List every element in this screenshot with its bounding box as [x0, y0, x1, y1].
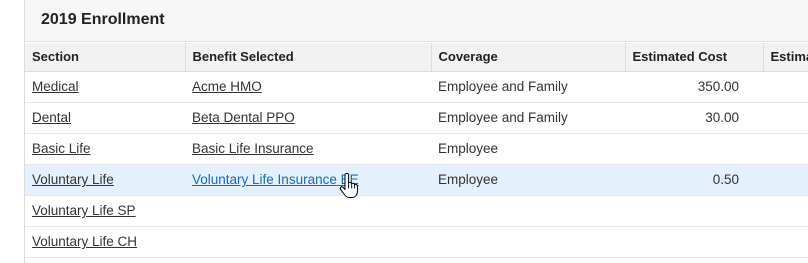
section-link-dental[interactable]: Dental — [32, 110, 71, 125]
extra-cell — [763, 226, 808, 258]
benefit-link-acme-hmo[interactable]: Acme HMO — [192, 79, 262, 94]
benefit-link-voluntary-life-insurance-ee[interactable]: Voluntary Life Insurance EE — [192, 172, 359, 187]
cost-cell — [625, 226, 763, 258]
cost-cell: 350.00 — [625, 71, 763, 103]
table-row: Basic Life Basic Life Insurance Employee — [25, 133, 808, 165]
enrollment-panel: 2019 Enrollment Section Benefit Selected… — [25, 0, 808, 263]
section-link-medical[interactable]: Medical — [32, 79, 79, 94]
table-row: Medical Acme HMO Employee and Family 350… — [25, 71, 808, 103]
column-header-section[interactable]: Section — [25, 43, 186, 72]
table-row-highlighted: Voluntary Life Voluntary Life Insurance … — [25, 164, 808, 196]
section-link-basic-life[interactable]: Basic Life — [32, 141, 91, 156]
section-link-voluntary-life[interactable]: Voluntary Life — [32, 172, 114, 187]
section-link-voluntary-life-ch[interactable]: Voluntary Life CH — [32, 234, 137, 249]
table-row: Dental Beta Dental PPO Employee and Fami… — [25, 102, 808, 134]
column-header-coverage[interactable]: Coverage — [431, 43, 626, 72]
cost-cell — [625, 195, 763, 227]
cost-cell: 0.50 — [625, 164, 763, 196]
extra-cell — [763, 133, 808, 165]
extra-cell — [763, 164, 808, 196]
coverage-cell: Employee and Family — [431, 71, 625, 103]
panel-header: 2019 Enrollment — [25, 0, 808, 42]
column-header-estimated-cost[interactable]: Estimated Cost — [625, 43, 764, 72]
extra-cell — [763, 71, 808, 103]
panel-title: 2019 Enrollment — [41, 11, 165, 28]
cost-cell: 30.00 — [625, 102, 763, 134]
table-row: Voluntary Life SP — [25, 195, 808, 227]
coverage-cell: Employee — [431, 133, 625, 165]
extra-cell — [763, 102, 808, 134]
coverage-cell: Employee and Family — [431, 102, 625, 134]
benefit-cell — [185, 226, 431, 258]
coverage-cell — [431, 195, 625, 227]
cost-cell — [625, 133, 763, 165]
benefit-link-basic-life-insurance[interactable]: Basic Life Insurance — [192, 141, 314, 156]
benefit-cell — [185, 195, 431, 227]
column-header-benefit-selected[interactable]: Benefit Selected — [185, 43, 432, 72]
column-header-estima[interactable]: Estima — [763, 43, 808, 72]
extra-cell — [763, 195, 808, 227]
coverage-cell — [431, 226, 625, 258]
benefit-link-beta-dental-ppo[interactable]: Beta Dental PPO — [192, 110, 295, 125]
left-gutter — [0, 0, 25, 263]
table-header-row: Section Benefit Selected Coverage Estima… — [25, 43, 808, 72]
coverage-cell: Employee — [431, 164, 625, 196]
table-row: Voluntary Life CH — [25, 226, 808, 258]
enrollment-table: Section Benefit Selected Coverage Estima… — [25, 43, 808, 258]
section-link-voluntary-life-sp[interactable]: Voluntary Life SP — [32, 203, 136, 218]
